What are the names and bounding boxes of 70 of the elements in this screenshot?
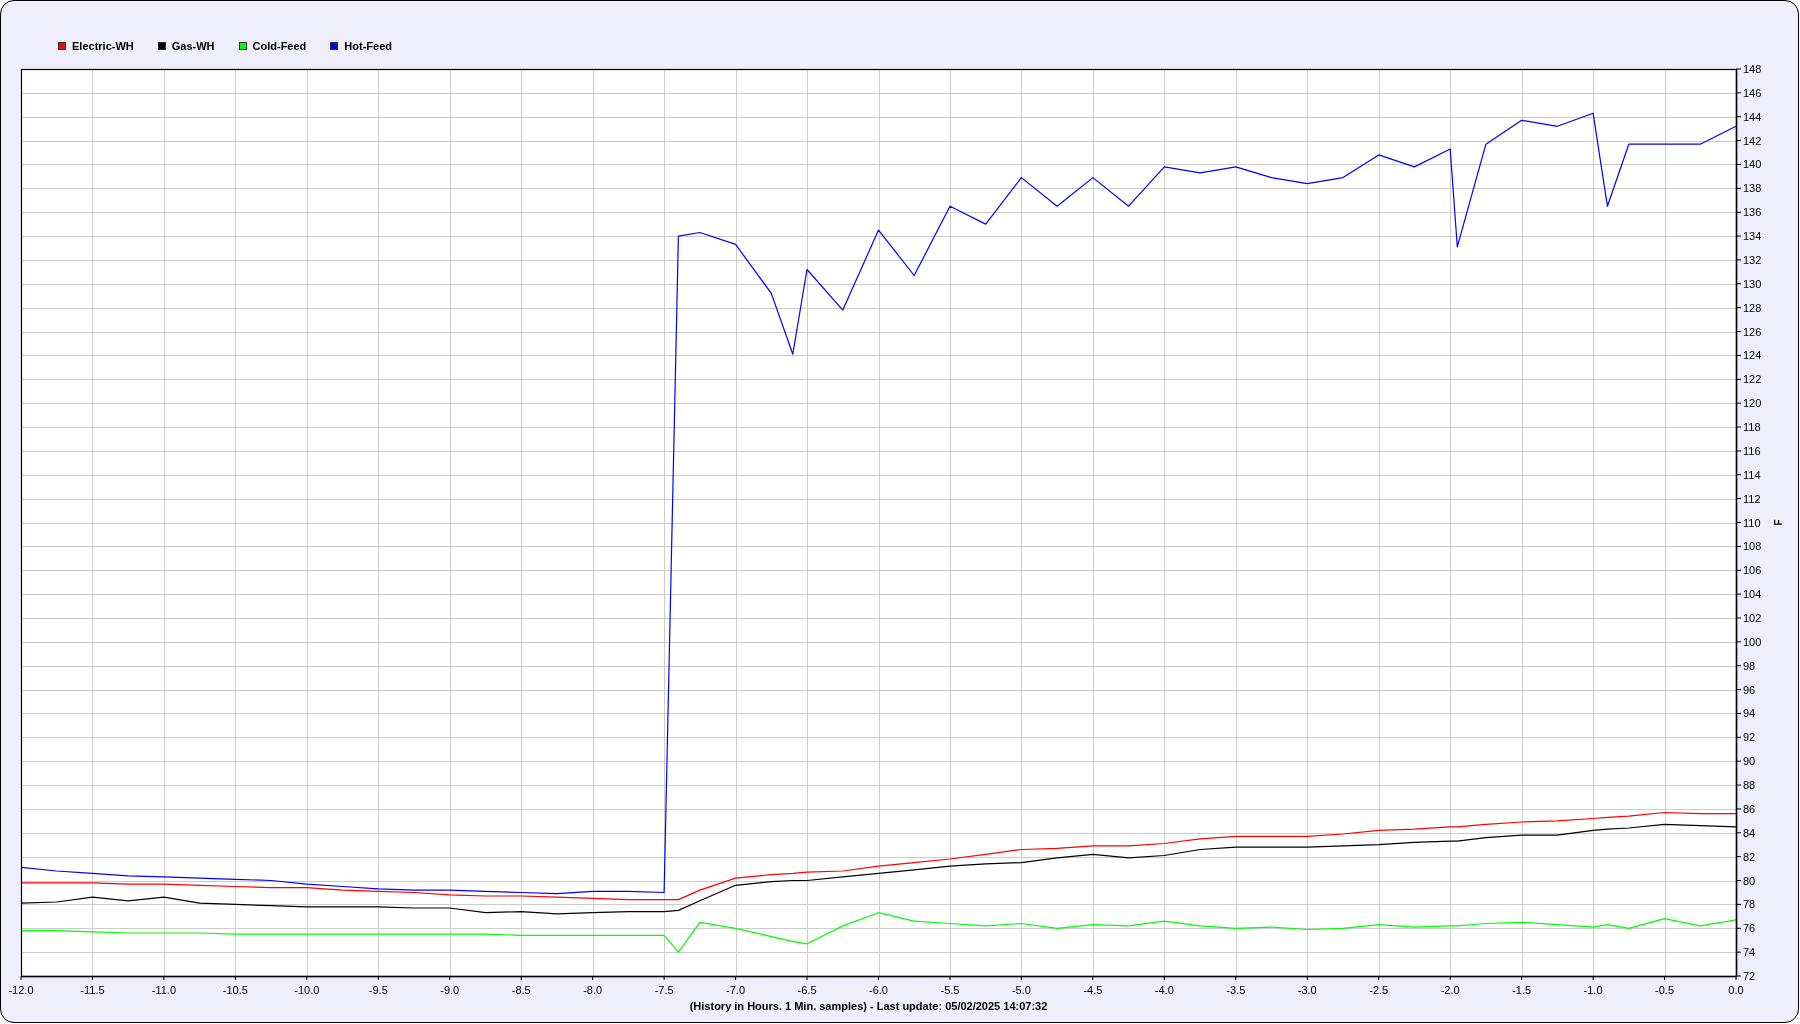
axis-tick-label: -9.0 (440, 984, 460, 996)
axis-tick-label: 130 (1743, 277, 1762, 290)
legend-label: Electric-WH (72, 39, 134, 54)
axis-tick-label: -4.0 (1154, 984, 1174, 996)
axis-tick-label: -3.0 (1297, 984, 1317, 996)
axis-tick-label: -8.0 (583, 984, 603, 996)
axis-tick-label: 122 (1743, 373, 1762, 386)
axis-tick-label: -4.5 (1083, 984, 1103, 996)
x-axis-title: (History in Hours. 1 Min. samples) - Last update: 05/02/2025 14:07:32 (689, 1000, 1048, 1012)
axis-tick-label: -10.0 (294, 984, 320, 996)
axis-tick-label: 100 (1743, 635, 1762, 648)
axis-tick-label: 110 (1743, 516, 1761, 529)
axis-tick-label: -8.5 (511, 984, 531, 996)
axis-tick-label: 112 (1743, 492, 1761, 505)
axis-tick-label: 92 (1743, 731, 1756, 744)
axis-tick-label: 106 (1743, 564, 1762, 577)
axis-tick-label: 94 (1743, 707, 1756, 720)
axis-tick-label: 124 (1743, 349, 1762, 362)
axis-tick-label: 148 (1743, 63, 1762, 75)
axis-tick-label: -11.0 (151, 984, 177, 996)
axis-tick-label: 126 (1743, 325, 1762, 338)
axis-tick-label: 82 (1743, 850, 1756, 863)
axis-tick-label: 78 (1743, 898, 1756, 911)
axis-tick-label: 84 (1743, 826, 1756, 839)
axis-tick-label: 120 (1743, 397, 1762, 410)
axis-tick-label: 96 (1743, 683, 1756, 696)
axis-tick-label: 114 (1743, 468, 1761, 481)
legend-label: Cold-Feed (252, 39, 307, 54)
axis-tick-label: 76 (1743, 922, 1756, 935)
axis-tick-label: 102 (1743, 611, 1762, 624)
axis-tick-label: -5.0 (1011, 984, 1031, 996)
axis-tick-label: 72 (1743, 970, 1756, 982)
axis-tick-label: -6.0 (869, 984, 888, 996)
axis-tick-label: -11.5 (80, 984, 105, 996)
axis-tick-label: 98 (1743, 659, 1756, 672)
axis-tick-label: 88 (1743, 779, 1756, 792)
axis-tick-label: 116 (1743, 444, 1761, 457)
axis-tick-label: -2.5 (1369, 984, 1389, 996)
legend-label: Gas-WH (171, 39, 215, 54)
legend-label: Hot-Feed (344, 39, 392, 54)
axis-tick-label: 108 (1743, 540, 1762, 553)
axis-tick-label: 136 (1743, 206, 1762, 219)
axis-tick-label: -10.5 (222, 984, 248, 996)
axis-tick-label: -1.0 (1583, 984, 1603, 996)
axis-tick-label: 146 (1743, 86, 1762, 99)
axis-tick-label: 132 (1743, 253, 1762, 266)
axis-tick-label: 80 (1743, 874, 1756, 887)
y-axis-title: F (1773, 519, 1784, 526)
axis-tick-label: -6.5 (797, 984, 817, 996)
axis-tick-label: 74 (1743, 946, 1756, 959)
axis-tick-label: 140 (1743, 158, 1762, 171)
axis-tick-label: 138 (1743, 182, 1762, 195)
axis-tick-label: -7.5 (654, 984, 674, 996)
axis-tick-label: 142 (1743, 134, 1762, 147)
axis-tick-label: -2.0 (1440, 984, 1460, 996)
axis-tick-label: -12.0 (8, 984, 34, 996)
axis-tick-label: -9.5 (368, 984, 388, 996)
axis-tick-label: 118 (1743, 421, 1761, 434)
axis-tick-label: 144 (1743, 110, 1762, 123)
axis-tick-label: 90 (1743, 755, 1756, 768)
axis-tick-label: -7.0 (726, 984, 746, 996)
axis-tick-label: -5.5 (940, 984, 960, 996)
axis-tick-label: 134 (1743, 230, 1762, 243)
axis-tick-label: 0.0 (1728, 984, 1744, 996)
axis-tick-label: -1.5 (1512, 984, 1532, 996)
axis-tick-label: -0.5 (1655, 984, 1675, 996)
axis-tick-label: 128 (1743, 301, 1762, 314)
axis-tick-label: -3.5 (1226, 984, 1246, 996)
axis-tick-label: 86 (1743, 802, 1756, 815)
axis-tick-label: 104 (1743, 588, 1762, 601)
